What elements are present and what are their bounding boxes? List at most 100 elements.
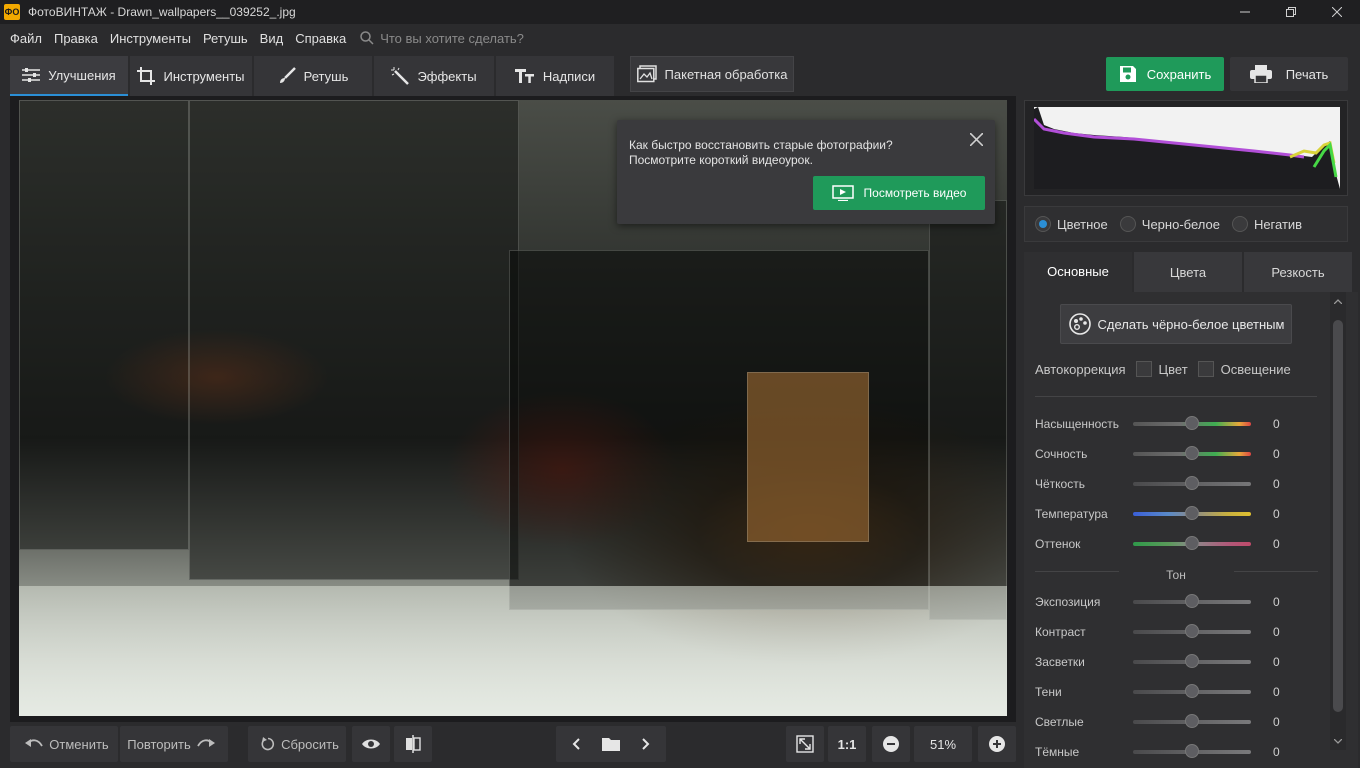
slider-track[interactable] (1133, 714, 1251, 728)
scrollbar-thumb[interactable] (1333, 320, 1343, 712)
restore-icon (1286, 7, 1296, 17)
prev-image-button[interactable] (559, 738, 593, 750)
slider-knob[interactable] (1185, 536, 1199, 550)
slider-label: Засветки (1035, 655, 1085, 669)
slider-label: Температура (1035, 507, 1108, 521)
slider-value: 0 (1273, 625, 1280, 639)
slider-knob[interactable] (1185, 624, 1199, 638)
menu-edit[interactable]: Правка (48, 31, 104, 46)
auto-color-checkbox[interactable] (1135, 361, 1152, 377)
slider-track[interactable] (1133, 654, 1251, 668)
slider-knob[interactable] (1185, 714, 1199, 728)
auto-light-checkbox[interactable] (1197, 361, 1214, 377)
actual-size-button[interactable]: 1:1 (828, 726, 866, 762)
popup-close-button[interactable] (967, 130, 985, 148)
slider-track[interactable] (1133, 536, 1251, 550)
slider-track[interactable] (1133, 476, 1251, 490)
slider-track[interactable] (1133, 594, 1251, 608)
slider-row: Тени 0 (1035, 682, 1325, 702)
slider-row: Контраст 0 (1035, 622, 1325, 642)
colorize-bw-button[interactable]: Сделать чёрно-белое цветным (1060, 304, 1292, 344)
histogram-box (1024, 100, 1348, 196)
slider-row: Чёткость 0 (1035, 474, 1325, 494)
folder-icon (602, 738, 620, 751)
plus-circle-icon (989, 736, 1005, 752)
app-logo-icon: ФО (4, 4, 20, 20)
window-controls (1222, 0, 1360, 24)
preview-button[interactable] (352, 726, 390, 762)
slider-knob[interactable] (1185, 744, 1199, 758)
menu-retouch[interactable]: Ретушь (197, 31, 254, 46)
menu-view[interactable]: Вид (254, 31, 290, 46)
reset-button[interactable]: Сбросить (248, 726, 346, 762)
slider-knob[interactable] (1185, 416, 1199, 430)
popup-message: Как быстро восстановить старые фотографи… (629, 138, 949, 168)
slider-row: Температура 0 (1035, 504, 1325, 524)
redo-icon (196, 739, 215, 747)
next-image-button[interactable] (629, 738, 663, 750)
print-button[interactable]: Печать (1230, 57, 1348, 91)
close-window-button[interactable] (1314, 0, 1360, 24)
tab-enhancements[interactable]: Улучшения (10, 56, 128, 96)
tab-tools[interactable]: Инструменты (130, 56, 252, 96)
tab-effects[interactable]: Эффекты (374, 56, 494, 96)
slider-value: 0 (1273, 745, 1280, 759)
mode-label: Негатив (1253, 216, 1303, 232)
slider-knob[interactable] (1185, 654, 1199, 668)
tab-colors[interactable]: Цвета (1134, 252, 1242, 292)
undo-button[interactable]: Отменить (10, 726, 118, 762)
open-folder-button[interactable] (593, 737, 629, 751)
zoom-level[interactable]: 51% (914, 726, 972, 762)
batch-processing-button[interactable]: Пакетная обработка (630, 56, 794, 92)
expand-icon (796, 735, 814, 753)
compare-button[interactable] (394, 726, 432, 762)
scroll-up-button[interactable] (1330, 294, 1346, 308)
redo-button[interactable]: Повторить (120, 726, 228, 762)
slider-track[interactable] (1133, 744, 1251, 758)
slider-track[interactable] (1133, 506, 1251, 520)
slider-value: 0 (1273, 685, 1280, 699)
chevron-right-icon (642, 738, 650, 750)
photo-building-left (19, 100, 189, 550)
save-button[interactable]: Сохранить (1106, 57, 1224, 91)
tab-captions[interactable]: Надписи (496, 56, 614, 96)
photo-building-right (929, 200, 1007, 620)
save-label: Сохранить (1146, 66, 1212, 82)
scroll-down-button[interactable] (1330, 734, 1346, 748)
panel-body: Сделать чёрно-белое цветным Автокоррекци… (1024, 292, 1358, 768)
menu-tools[interactable]: Инструменты (104, 31, 197, 46)
fit-to-screen-button[interactable] (786, 726, 824, 762)
tab-retouch[interactable]: Ретушь (254, 56, 372, 96)
menu-help[interactable]: Справка (289, 31, 352, 46)
photo-building-middle (189, 100, 519, 580)
slider-label: Экспозиция (1035, 595, 1101, 609)
tab-basic[interactable]: Основные (1024, 252, 1132, 292)
menu-search[interactable]: Что вы хотите сделать? (360, 31, 524, 46)
maximize-button[interactable] (1268, 0, 1314, 24)
tab-label: Улучшения (48, 67, 116, 83)
zoom-out-button[interactable] (872, 726, 910, 762)
colorize-label: Сделать чёрно-белое цветным (1097, 316, 1285, 332)
watch-video-button[interactable]: Посмотреть видео (813, 176, 985, 210)
text-icon (514, 69, 534, 83)
section-divider (1035, 396, 1317, 397)
minimize-button[interactable] (1222, 0, 1268, 24)
zoom-in-button[interactable] (978, 726, 1016, 762)
mode-negative-radio[interactable]: Негатив (1231, 216, 1303, 232)
slider-knob[interactable] (1185, 446, 1199, 460)
slider-knob[interactable] (1185, 476, 1199, 490)
radio-dot (1231, 216, 1248, 232)
slider-track[interactable] (1133, 684, 1251, 698)
slider-track[interactable] (1133, 624, 1251, 638)
slider-knob[interactable] (1185, 684, 1199, 698)
mode-bw-radio[interactable]: Черно-белое (1119, 216, 1220, 232)
slider-value: 0 (1273, 537, 1280, 551)
menu-file[interactable]: Файл (4, 31, 48, 46)
mode-color-radio[interactable]: Цветное (1035, 216, 1108, 232)
slider-knob[interactable] (1185, 594, 1199, 608)
slider-label: Сочность (1035, 447, 1088, 461)
slider-knob[interactable] (1185, 506, 1199, 520)
slider-track[interactable] (1133, 416, 1251, 430)
slider-track[interactable] (1133, 446, 1251, 460)
tab-sharpness[interactable]: Резкость (1244, 252, 1352, 292)
